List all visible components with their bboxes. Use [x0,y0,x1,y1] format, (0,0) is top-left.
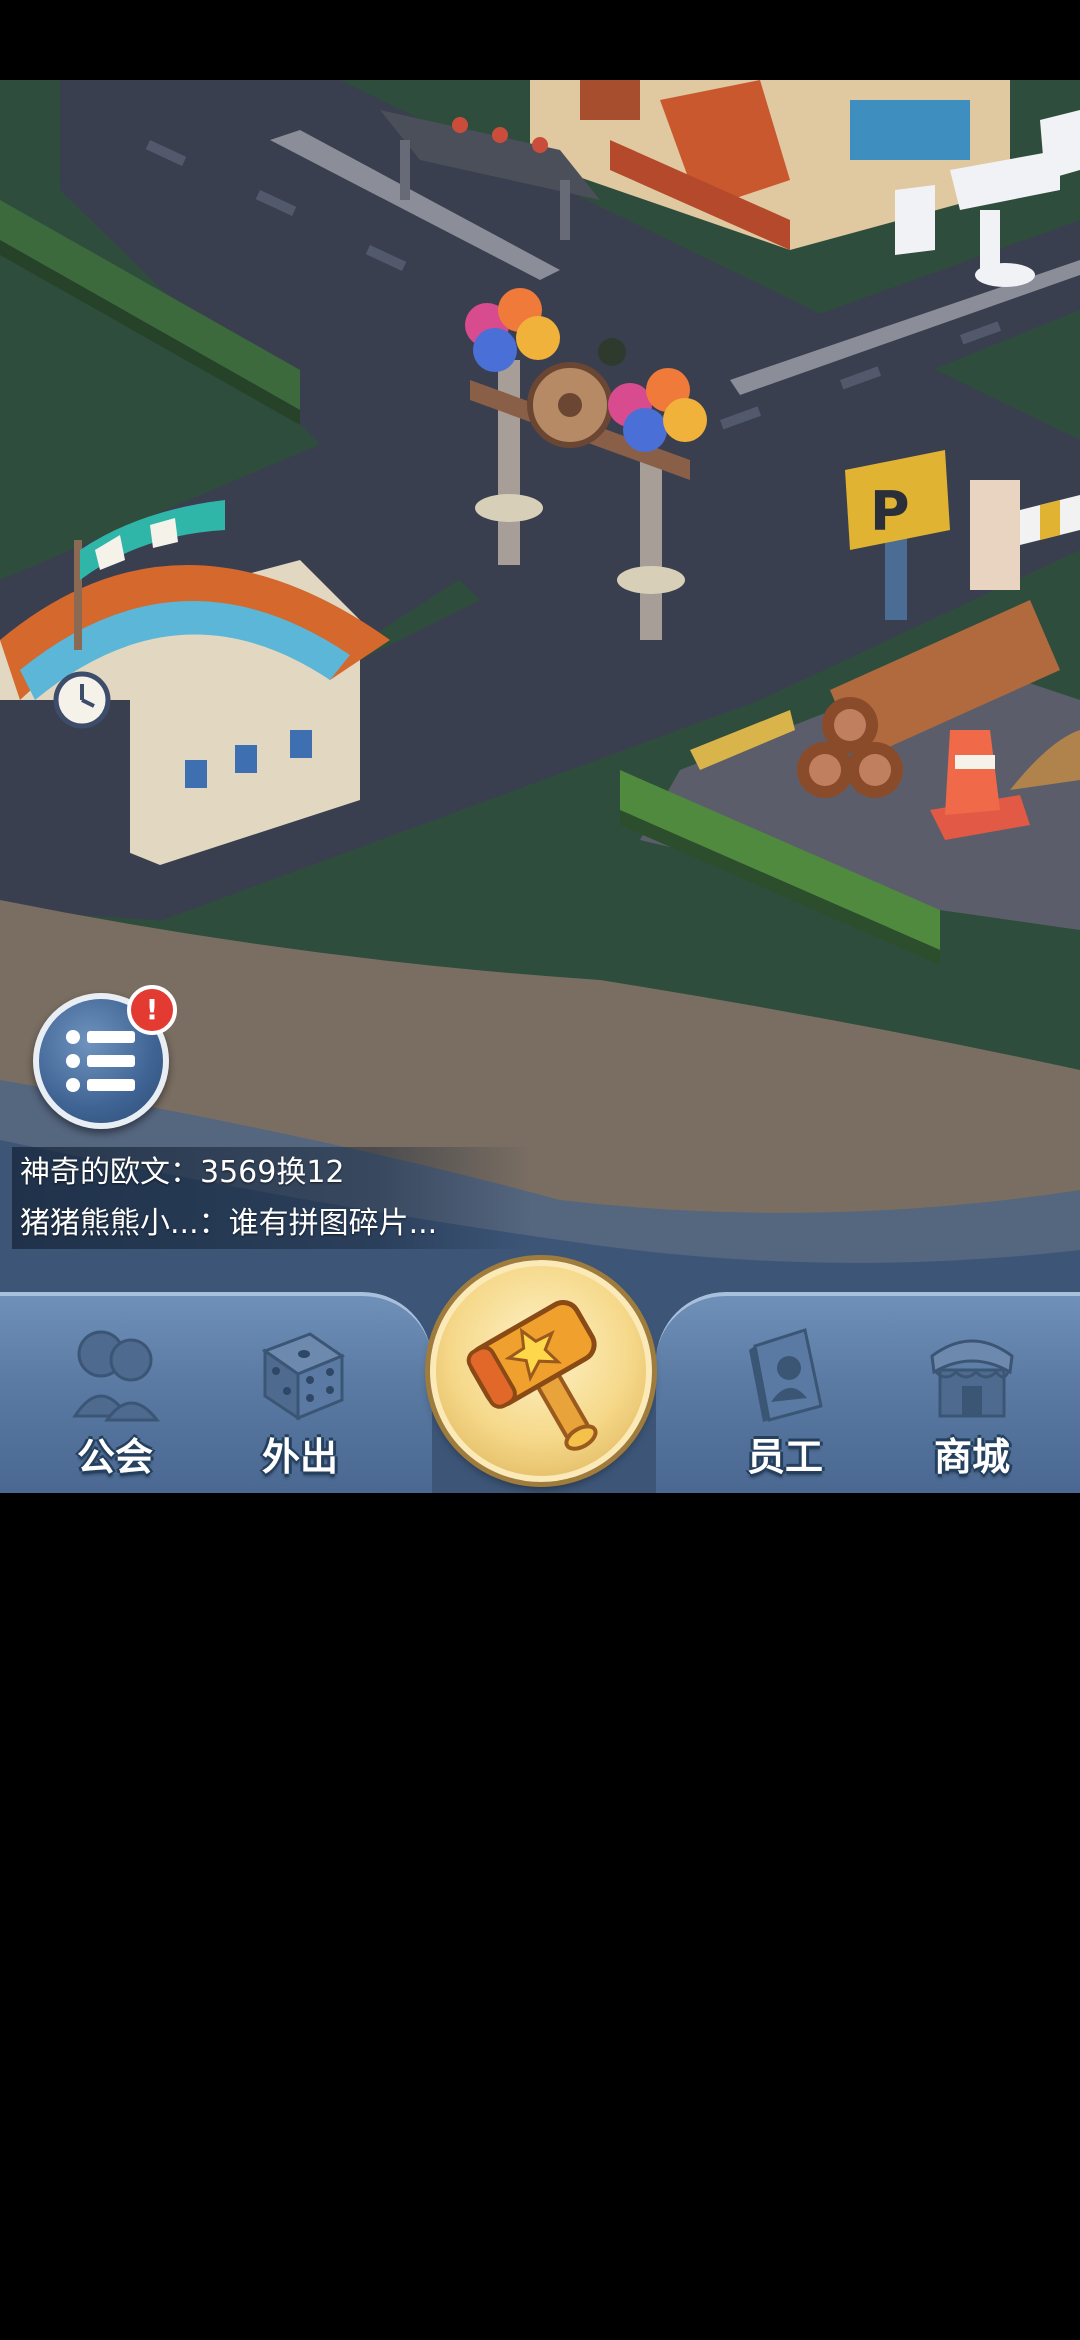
shop-icon [930,1339,1014,1418]
game-viewport[interactable]: P ! 神奇的欧文：3569换12 猪猪熊熊小...：谁有拼图碎片... 公会 … [0,80,1080,1493]
svg-text:P: P [870,480,910,543]
quest-list-button[interactable]: ! [33,985,177,1129]
staff-book-icon [749,1328,823,1422]
guild-characters-icon [72,1330,161,1422]
nav-guild-label: 公会 [76,1435,153,1479]
center-action-button[interactable] [430,1260,652,1482]
nav-shop-label: 商城 [933,1435,1010,1479]
alert-badge: ! [127,985,177,1035]
chat-message: 猪猪熊熊小...：谁有拼图碎片... [20,1206,438,1241]
nav-outing[interactable]: 外出 [225,1292,375,1493]
dice-icon [261,1332,346,1421]
nav-shop[interactable]: 商城 [897,1292,1047,1493]
nav-staff[interactable]: 员工 [710,1292,860,1493]
nav-staff-label: 员工 [746,1435,823,1479]
chat-message: 神奇的欧文：3569换12 [20,1155,345,1190]
nav-outing-label: 外出 [261,1435,338,1479]
nav-guild[interactable]: 公会 [40,1292,190,1493]
chat-feed[interactable]: 神奇的欧文：3569换12 猪猪熊熊小...：谁有拼图碎片... [12,1147,532,1249]
star-hammer-icon [466,1300,598,1451]
